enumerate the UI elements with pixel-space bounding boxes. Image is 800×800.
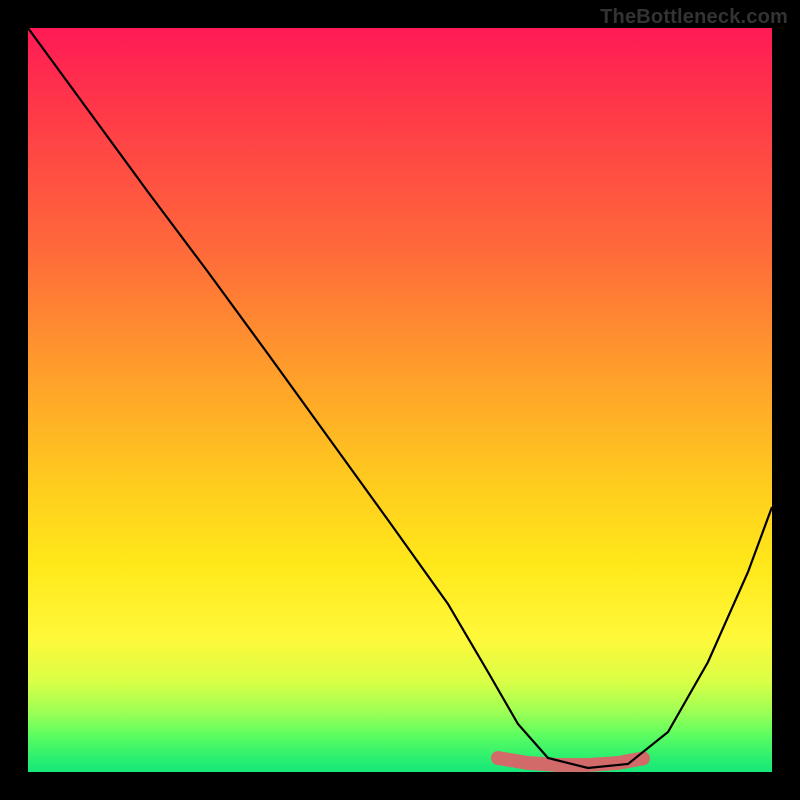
watermark-text: TheBottleneck.com (600, 6, 788, 29)
gradient-plot-area (28, 28, 772, 772)
chart-svg (28, 28, 772, 772)
main-curve-stroke (28, 28, 772, 768)
chart-frame: TheBottleneck.com (0, 0, 800, 800)
